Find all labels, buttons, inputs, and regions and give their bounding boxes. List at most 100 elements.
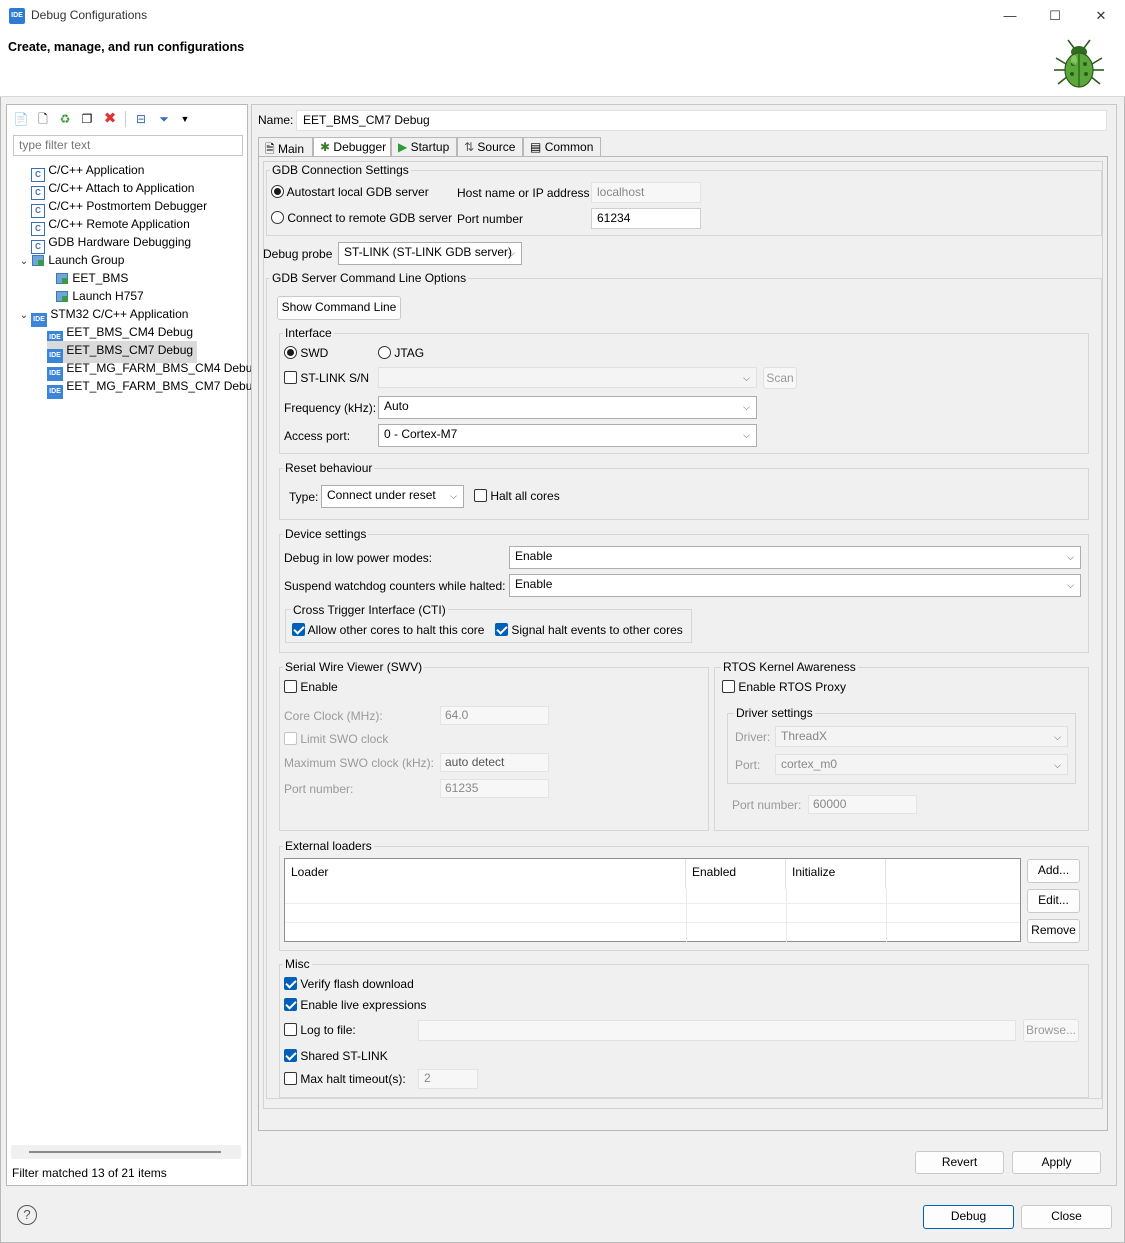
driver-select[interactable]: ThreadX ⌵ bbox=[775, 726, 1068, 747]
jtag-radio[interactable]: JTAG bbox=[378, 346, 424, 360]
debug-button[interactable]: Debug bbox=[923, 1205, 1014, 1229]
frequency-select[interactable]: Auto ⌵ bbox=[378, 396, 757, 419]
horizontal-scrollbar[interactable] bbox=[11, 1145, 241, 1159]
rtos-portnum-input[interactable]: 60000 bbox=[808, 795, 917, 814]
checkbox-box[interactable] bbox=[495, 623, 508, 636]
swv-enable-checkbox[interactable]: Enable bbox=[284, 680, 338, 694]
debug-probe-select[interactable]: ST-LINK (ST-LINK GDB server) ⌵ bbox=[338, 242, 522, 265]
checkbox-box[interactable] bbox=[284, 1072, 297, 1085]
tree-item-gdb-hardware[interactable]: C GDB Hardware Debugging bbox=[15, 233, 245, 254]
tab-source[interactable]: ⇅ Source bbox=[457, 137, 523, 157]
host-input[interactable]: localhost bbox=[591, 182, 701, 203]
checkbox-box[interactable] bbox=[284, 1049, 297, 1062]
port-input[interactable]: 61234 bbox=[591, 208, 701, 229]
filter-input[interactable]: type filter text bbox=[13, 135, 243, 156]
reset-type-select[interactable]: Connect under reset ⌵ bbox=[321, 485, 464, 508]
revert-button[interactable]: Revert bbox=[915, 1151, 1004, 1174]
remove-loader-button[interactable]: Remove bbox=[1027, 919, 1080, 943]
chevron-down-icon[interactable]: ⌄ bbox=[17, 253, 31, 271]
column-header-loader[interactable]: Loader bbox=[285, 859, 686, 889]
tree-item-farm-cm7[interactable]: IDE EET_MG_FARM_BMS_CM7 Debug bbox=[15, 377, 259, 399]
checkbox-box[interactable] bbox=[474, 489, 487, 502]
scrollbar-thumb[interactable] bbox=[29, 1151, 221, 1153]
name-input[interactable]: EET_BMS_CM7 Debug bbox=[296, 110, 1107, 131]
live-expressions-checkbox[interactable]: Enable live expressions bbox=[284, 998, 426, 1012]
checkbox-box[interactable] bbox=[722, 680, 735, 693]
autostart-radio[interactable]: Autostart local GDB server bbox=[271, 185, 429, 199]
max-halt-checkbox[interactable]: Max halt timeout(s): bbox=[284, 1072, 406, 1086]
max-halt-input[interactable]: 2 bbox=[418, 1069, 478, 1089]
stlink-sn-select[interactable]: ⌵ bbox=[378, 367, 757, 388]
checkbox-box[interactable] bbox=[284, 998, 297, 1011]
collapse-all-icon[interactable]: ⊟ bbox=[133, 111, 149, 127]
tree-item-launch-group[interactable]: ⌄ Launch Group bbox=[15, 251, 245, 269]
delete-icon[interactable]: ✖ bbox=[102, 111, 118, 127]
duplicate-icon[interactable]: ❐ bbox=[79, 111, 95, 127]
export-icon[interactable]: ♻ bbox=[57, 111, 73, 127]
tab-common[interactable]: ▤ Common bbox=[523, 137, 601, 157]
checkbox-box[interactable] bbox=[284, 977, 297, 990]
tab-debugger[interactable]: ✱ Debugger bbox=[313, 137, 391, 158]
tree-item-stm32-application[interactable]: ⌄ IDE STM32 C/C++ Application bbox=[15, 305, 245, 327]
verify-flash-checkbox[interactable]: Verify flash download bbox=[284, 977, 414, 991]
tree-item-eet-bms[interactable]: EET_BMS bbox=[15, 269, 245, 287]
edit-loader-button[interactable]: Edit... bbox=[1027, 889, 1080, 913]
rtos-port-select[interactable]: cortex_m0 ⌵ bbox=[775, 754, 1068, 775]
tree-item-cpp-remote[interactable]: C C/C++ Remote Application bbox=[15, 215, 245, 236]
minimize-button[interactable]: — bbox=[987, 0, 1033, 31]
low-power-select[interactable]: Enable ⌵ bbox=[509, 546, 1081, 569]
radio-indicator[interactable] bbox=[284, 346, 297, 359]
new-config-icon[interactable]: 📄 bbox=[13, 111, 29, 127]
help-icon[interactable]: ? bbox=[17, 1205, 37, 1225]
chevron-down-icon[interactable]: ⌄ bbox=[17, 307, 31, 325]
access-port-select[interactable]: 0 - Cortex-M7 ⌵ bbox=[378, 424, 757, 447]
cti-allow-checkbox[interactable]: Allow other cores to halt this core bbox=[292, 623, 484, 637]
close-window-button[interactable]: ✕ bbox=[1078, 0, 1124, 31]
remote-radio[interactable]: Connect to remote GDB server bbox=[271, 211, 452, 225]
swv-port-input[interactable]: 61235 bbox=[440, 779, 549, 798]
radio-indicator[interactable] bbox=[271, 185, 284, 198]
new-prototype-icon[interactable]: 🗋 bbox=[35, 111, 51, 127]
filter-icon[interactable]: ⏷ bbox=[156, 111, 172, 127]
add-loader-button[interactable]: Add... bbox=[1027, 859, 1080, 883]
tree-item-eet-bms-cm4[interactable]: IDE EET_BMS_CM4 Debug bbox=[15, 323, 245, 345]
shared-stlink-checkbox[interactable]: Shared ST-LINK bbox=[284, 1049, 388, 1063]
tree-item-eet-bms-cm7[interactable]: IDE EET_BMS_CM7 Debug bbox=[15, 341, 245, 363]
tree-item-launch-h757[interactable]: Launch H757 bbox=[15, 287, 245, 305]
tab-startup[interactable]: ▶ Startup bbox=[391, 137, 457, 157]
checkbox-box[interactable] bbox=[284, 680, 297, 693]
tree-item-farm-cm4[interactable]: IDE EET_MG_FARM_BMS_CM4 Debug bbox=[15, 359, 259, 381]
apply-button[interactable]: Apply bbox=[1012, 1151, 1101, 1174]
checkbox-box[interactable] bbox=[292, 623, 305, 636]
checkbox-box[interactable] bbox=[284, 1023, 297, 1036]
tab-main[interactable]: 🗎 Main bbox=[258, 137, 313, 157]
show-command-line-button[interactable]: Show Command Line bbox=[277, 296, 401, 320]
checkbox-box[interactable] bbox=[284, 371, 297, 384]
rtos-enable-checkbox[interactable]: Enable RTOS Proxy bbox=[722, 680, 846, 694]
core-clock-input[interactable]: 64.0 bbox=[440, 706, 549, 725]
tree-item-cpp-attach[interactable]: C C/C++ Attach to Application bbox=[15, 179, 245, 200]
loaders-table[interactable]: Loader Enabled Initialize bbox=[284, 858, 1021, 942]
checkbox-box[interactable] bbox=[284, 732, 297, 745]
swd-radio[interactable]: SWD bbox=[284, 346, 328, 360]
log-to-file-checkbox[interactable]: Log to file: bbox=[284, 1023, 356, 1037]
maximize-button[interactable]: ☐ bbox=[1032, 0, 1078, 31]
tree-item-cpp-postmortem[interactable]: C C/C++ Postmortem Debugger bbox=[15, 197, 245, 218]
browse-button[interactable]: Browse... bbox=[1023, 1019, 1079, 1042]
column-header-initialize[interactable]: Initialize bbox=[786, 859, 886, 889]
log-file-input[interactable] bbox=[418, 1020, 1016, 1041]
radio-indicator[interactable] bbox=[271, 211, 284, 224]
tree-item-cpp-application[interactable]: C C/C++ Application bbox=[15, 161, 245, 182]
halt-all-cores-checkbox[interactable]: Halt all cores bbox=[474, 489, 560, 503]
watchdog-select[interactable]: Enable ⌵ bbox=[509, 574, 1081, 597]
view-menu-icon[interactable]: ▼ bbox=[177, 111, 193, 127]
max-swo-input[interactable]: auto detect bbox=[440, 753, 549, 772]
limit-swo-checkbox[interactable]: Limit SWO clock bbox=[284, 732, 388, 746]
host-label: Host name or IP address bbox=[457, 186, 590, 200]
radio-indicator[interactable] bbox=[378, 346, 391, 359]
cti-signal-checkbox[interactable]: Signal halt events to other cores bbox=[495, 623, 683, 637]
column-header-enabled[interactable]: Enabled bbox=[686, 859, 786, 889]
close-button[interactable]: Close bbox=[1021, 1205, 1112, 1229]
stlink-sn-checkbox[interactable]: ST-LINK S/N bbox=[284, 371, 369, 385]
scan-button[interactable]: Scan bbox=[763, 367, 797, 389]
